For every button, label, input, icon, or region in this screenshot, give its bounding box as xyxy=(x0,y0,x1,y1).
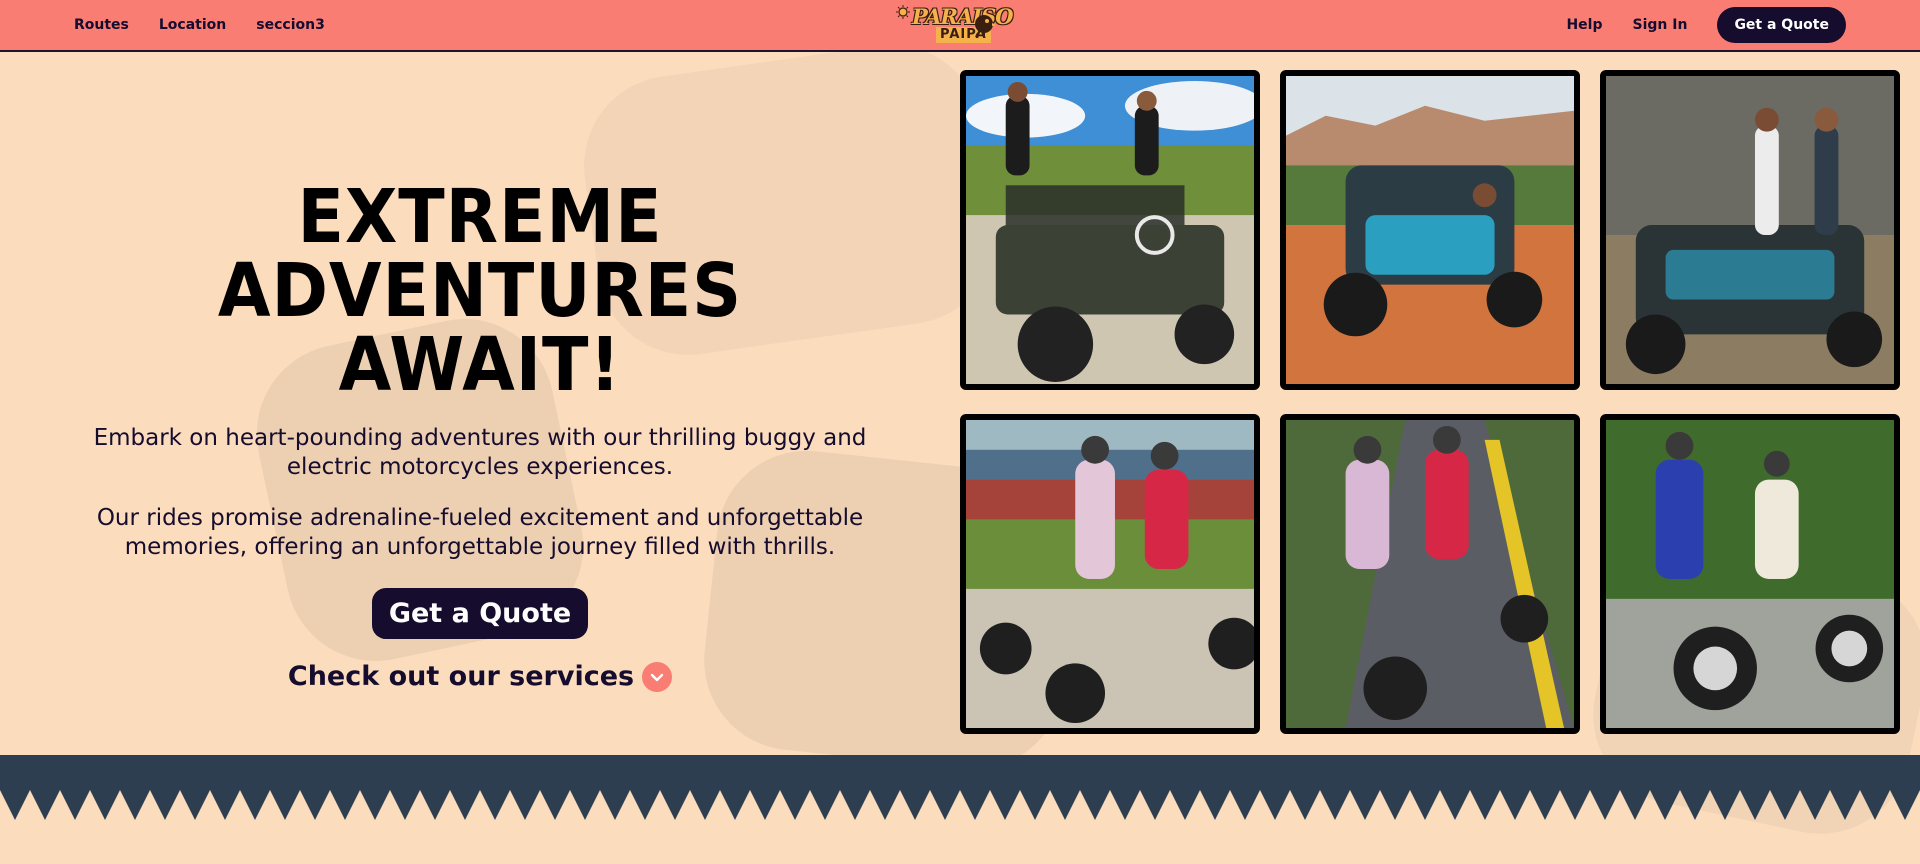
top-navbar: Routes Location seccion3 PARAISO PAIPA H… xyxy=(0,0,1920,52)
nav-link-seccion3[interactable]: seccion3 xyxy=(256,17,325,33)
paraiso-paipa-logo[interactable]: PARAISO PAIPA xyxy=(896,2,1014,48)
services-link[interactable]: Check out our services xyxy=(287,661,673,692)
bird-icon xyxy=(975,15,996,37)
hero-paragraph-1: Embark on heart-pounding adventures with… xyxy=(93,425,867,480)
buggy-canyon-photo-icon xyxy=(1286,76,1574,384)
photo-jeep[interactable] xyxy=(960,70,1260,390)
photo-gallery xyxy=(960,70,1900,740)
sun-icon xyxy=(896,5,910,19)
scooter-lake-photo-icon xyxy=(966,420,1254,728)
buggy-desert-photo-icon xyxy=(1606,76,1894,384)
photo-scooter-lake[interactable] xyxy=(960,414,1260,734)
sign-in-link[interactable]: Sign In xyxy=(1633,17,1688,33)
photo-scooter-park[interactable] xyxy=(1600,414,1900,734)
scooter-road-photo-icon xyxy=(1286,420,1574,728)
nav-link-routes[interactable]: Routes xyxy=(74,17,129,33)
hero-paragraph-2: Our rides promise adrenaline-fueled exci… xyxy=(96,505,864,560)
nav-get-quote-button[interactable]: Get a Quote xyxy=(1717,7,1846,43)
hero-get-quote-button[interactable]: Get a Quote xyxy=(371,588,589,639)
hero-title-line2: ADVENTURES AWAIT! xyxy=(217,248,743,408)
nav-links: Routes Location seccion3 xyxy=(74,17,325,33)
zigzag-divider xyxy=(0,755,1920,820)
hero-title: EXTREME ADVENTURES AWAIT! xyxy=(112,180,848,402)
photo-buggy-desert[interactable] xyxy=(1600,70,1900,390)
nav-actions: Help Sign In Get a Quote xyxy=(1566,7,1846,43)
hero-title-line1: EXTREME xyxy=(297,174,663,260)
help-link[interactable]: Help xyxy=(1566,17,1602,33)
nav-link-location[interactable]: Location xyxy=(159,17,226,33)
services-link-label: Check out our services xyxy=(287,661,635,692)
photo-buggy-canyon[interactable] xyxy=(1280,70,1580,390)
hero-section: EXTREME ADVENTURES AWAIT! Embark on hear… xyxy=(80,180,880,692)
logo-text-top: PARAISO xyxy=(912,4,1014,29)
photo-scooter-road[interactable] xyxy=(1280,414,1580,734)
jeep-photo-icon xyxy=(966,76,1254,384)
scooter-park-photo-icon xyxy=(1606,420,1894,728)
chevron-down-icon xyxy=(642,661,673,692)
